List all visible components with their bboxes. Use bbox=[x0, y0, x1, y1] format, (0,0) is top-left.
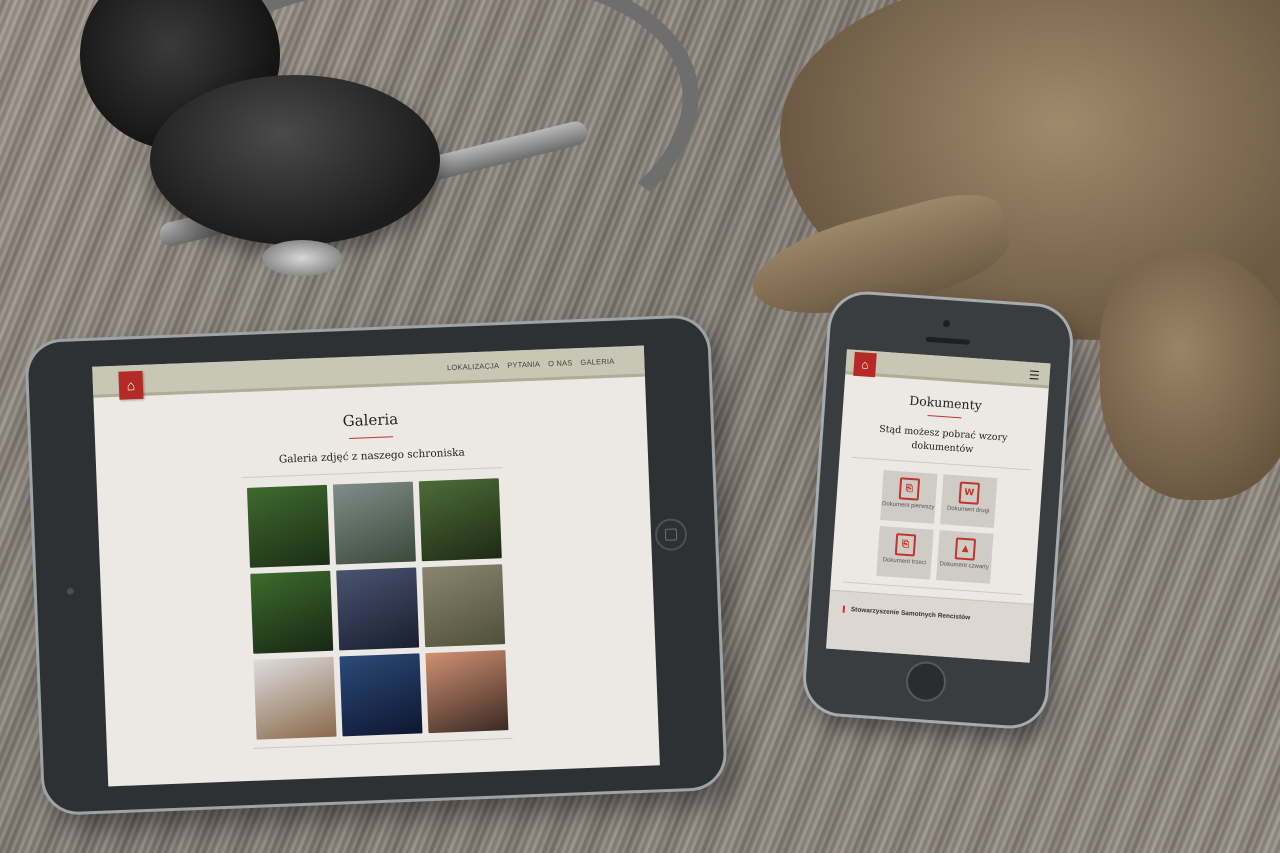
tablet-navbar: ⌂ LOKALIZACJA PYTANIA O NAS GALERIA bbox=[92, 345, 645, 400]
menu-item-o-nas[interactable]: O NAS bbox=[548, 358, 573, 368]
photo-gallery bbox=[242, 467, 513, 749]
phone-device: ⌂ ☰ Dokumenty Stąd możesz pobrać wzory d… bbox=[803, 292, 1073, 728]
documents-grid: ⎘ Dokument pierwszy W Dokument drugi ⎘ D… bbox=[842, 456, 1032, 596]
title-divider bbox=[349, 436, 394, 439]
page-title: Galeria bbox=[342, 410, 399, 431]
phone-camera bbox=[942, 319, 951, 328]
page-footer: Stowarzyszenie Samotnych Rencistów bbox=[826, 589, 1034, 663]
tablet-camera bbox=[66, 587, 74, 595]
pdf-icon: ⎘ bbox=[894, 533, 917, 557]
page-subtitle: Galeria zdjęć z naszego schroniska bbox=[278, 446, 465, 466]
document-label: Dokument pierwszy bbox=[881, 501, 935, 511]
footer-text: Stowarzyszenie Samotnych Rencistów bbox=[842, 605, 971, 622]
document-tile[interactable]: W Dokument drugi bbox=[940, 474, 998, 528]
desk-background: ⌂ LOKALIZACJA PYTANIA O NAS GALERIA Gale… bbox=[0, 0, 1280, 853]
phone-navbar: ⌂ ☰ bbox=[845, 349, 1051, 389]
menu-item-galeria[interactable]: GALERIA bbox=[580, 356, 614, 366]
headphones-cup-right bbox=[150, 75, 440, 245]
phone-speaker bbox=[925, 336, 970, 345]
gallery-photo[interactable] bbox=[339, 653, 423, 737]
pdf-icon: ⎘ bbox=[898, 477, 921, 501]
document-tile[interactable]: ⎘ Dokument pierwszy bbox=[880, 470, 938, 524]
tablet-home-button[interactable] bbox=[654, 518, 688, 552]
menu-item-pytania[interactable]: PYTANIA bbox=[507, 359, 540, 369]
hamburger-icon[interactable]: ☰ bbox=[1028, 368, 1040, 383]
document-tile[interactable]: ⎘ Dokument trzeci bbox=[876, 525, 934, 580]
driftwood-root bbox=[1100, 250, 1280, 500]
gallery-photo[interactable] bbox=[418, 478, 502, 562]
document-label: Dokument drugi bbox=[946, 505, 990, 515]
headphones-hinge bbox=[262, 240, 342, 276]
title-divider bbox=[927, 415, 962, 419]
document-tile[interactable]: ▲ Dokument czwarty bbox=[936, 530, 994, 584]
document-label: Dokument trzeci bbox=[882, 557, 927, 567]
home-icon[interactable]: ⌂ bbox=[853, 351, 877, 378]
menu-item-lokalizacja[interactable]: LOKALIZACJA bbox=[447, 361, 500, 372]
gallery-photo[interactable] bbox=[246, 484, 330, 568]
page-title: Dokumenty bbox=[908, 392, 983, 413]
gallery-photo[interactable] bbox=[253, 656, 337, 740]
image-icon: ▲ bbox=[954, 537, 977, 561]
home-icon[interactable]: ⌂ bbox=[118, 370, 144, 400]
document-label: Dokument czwarty bbox=[939, 561, 989, 571]
tablet-screen: ⌂ LOKALIZACJA PYTANIA O NAS GALERIA Gale… bbox=[92, 345, 660, 787]
gallery-photo[interactable] bbox=[250, 570, 334, 654]
gallery-photo[interactable] bbox=[425, 650, 509, 734]
page-subtitle: Stąd możesz pobrać wzory dokumentów bbox=[878, 423, 1008, 456]
phone-home-button[interactable] bbox=[904, 660, 948, 703]
phone-screen: ⌂ ☰ Dokumenty Stąd możesz pobrać wzory d… bbox=[826, 349, 1051, 663]
tablet-device: ⌂ LOKALIZACJA PYTANIA O NAS GALERIA Gale… bbox=[27, 317, 725, 813]
gallery-photo[interactable] bbox=[332, 481, 416, 565]
gallery-photo[interactable] bbox=[422, 564, 506, 648]
word-icon: W bbox=[958, 481, 980, 505]
gallery-photo[interactable] bbox=[336, 567, 420, 651]
tablet-menu: LOKALIZACJA PYTANIA O NAS GALERIA bbox=[446, 347, 615, 381]
